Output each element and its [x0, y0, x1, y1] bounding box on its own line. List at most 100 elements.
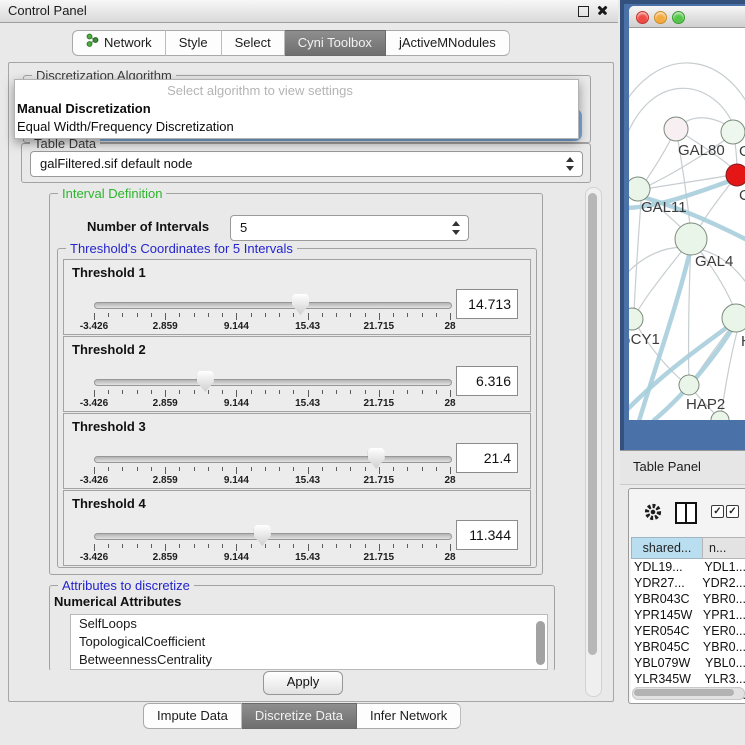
tick-mark — [151, 390, 152, 394]
attribute-list-item[interactable]: SelfLoops — [71, 615, 547, 633]
tick-mark — [293, 390, 294, 394]
slider-thumb[interactable] — [292, 294, 309, 315]
tick-mark — [165, 313, 166, 320]
tick-mark — [151, 467, 152, 471]
tab-style[interactable]: Style — [166, 30, 222, 56]
panel-scrollbar-thumb[interactable] — [588, 193, 597, 655]
table-data-combobox[interactable]: galFiltered.sif default node — [30, 151, 583, 177]
threshold-slider[interactable] — [94, 302, 452, 309]
tab-jactivemnodules[interactable]: jActiveMNodules — [386, 30, 510, 56]
threshold-value-field[interactable]: 6.316 — [456, 366, 518, 396]
tick-mark — [179, 313, 180, 317]
tab-select[interactable]: Select — [222, 30, 285, 56]
tick-mark — [122, 544, 123, 548]
table-row[interactable]: YDR27...YDR2... — [631, 575, 745, 591]
checkbox-icon[interactable]: ✓ — [726, 505, 739, 518]
network-node-label: H — [741, 333, 745, 350]
slider-ticks — [94, 544, 450, 552]
checkbox-icon[interactable]: ✓ — [711, 505, 724, 518]
threshold-value-field[interactable]: 14.713 — [456, 289, 518, 319]
tick-label: 2.859 — [153, 552, 178, 563]
table-row[interactable]: YER054CYER0... — [631, 623, 745, 639]
slider-thumb[interactable] — [197, 371, 214, 392]
table-row[interactable]: YDL19...YDL1... — [631, 559, 745, 575]
network-node[interactable] — [726, 164, 745, 186]
threshold-slider[interactable] — [94, 379, 452, 386]
algorithm-popup-item[interactable]: Manual Discretization — [17, 100, 580, 118]
tick-label: 28 — [444, 552, 455, 563]
tick-label: 15.43 — [295, 398, 320, 409]
threshold-value-field[interactable]: 21.4 — [456, 443, 518, 473]
threshold-label: Threshold 4 — [72, 496, 146, 511]
tick-mark — [279, 390, 280, 394]
tick-mark — [422, 313, 423, 317]
numerical-attributes-label: Numerical Attributes — [54, 594, 181, 609]
network-window-frame: GAL80GGAL11CGAL4GCY1HHAP2 — [620, 0, 745, 450]
tick-mark — [265, 467, 266, 471]
network-node[interactable] — [664, 117, 688, 141]
network-node[interactable] — [629, 308, 643, 330]
network-canvas[interactable]: GAL80GGAL11CGAL4GCY1HHAP2 — [629, 28, 745, 420]
slider-thumb[interactable] — [254, 525, 271, 546]
slider-thumb[interactable] — [368, 448, 385, 469]
list-scrollbar-thumb[interactable] — [536, 621, 545, 665]
tab-cyni-toolbox[interactable]: Cyni Toolbox — [285, 30, 386, 56]
table-hscrollbar[interactable] — [632, 687, 745, 700]
table-row[interactable]: YBR045CYBR0... — [631, 639, 745, 655]
network-node[interactable] — [721, 120, 745, 144]
attribute-list-item[interactable]: BetweennessCentrality — [71, 651, 547, 669]
network-node[interactable] — [675, 223, 707, 255]
traffic-light-minimize-icon[interactable] — [654, 11, 667, 24]
apply-button[interactable]: Apply — [263, 671, 343, 695]
traffic-light-close-icon[interactable] — [636, 11, 649, 24]
threshold-slider[interactable] — [94, 456, 452, 463]
tick-mark — [450, 544, 451, 551]
tab-infer-network[interactable]: Infer Network — [357, 703, 461, 729]
interval-definition-group: Interval Definition Number of Intervals … — [49, 193, 543, 575]
table-row[interactable]: YBR043CYBR0... — [631, 591, 745, 607]
control-panel-titlebar: Control Panel — [0, 0, 618, 23]
cell-shared-name: YBR045C — [631, 639, 698, 655]
tick-mark — [322, 467, 323, 471]
threshold-label: Threshold 2 — [72, 342, 146, 357]
gear-icon[interactable] — [643, 502, 663, 527]
column-header-name[interactable]: n... — [702, 537, 745, 559]
columns-icon[interactable] — [675, 502, 697, 524]
tab-impute-data[interactable]: Impute Data — [143, 703, 242, 729]
float-icon[interactable] — [578, 6, 589, 17]
tab-network[interactable]: Network — [72, 30, 166, 56]
network-graph[interactable]: GAL80GGAL11CGAL4GCY1HHAP2 — [629, 28, 745, 420]
tick-mark — [236, 544, 237, 551]
tick-mark — [208, 544, 209, 548]
threshold-slider[interactable] — [94, 533, 452, 540]
tick-label: 2.859 — [153, 321, 178, 332]
network-node-label: GCY1 — [629, 331, 660, 348]
threshold-value-field[interactable]: 11.344 — [456, 520, 518, 550]
tick-label: 28 — [444, 475, 455, 486]
number-of-intervals-combobox[interactable]: 5 — [230, 215, 469, 241]
tick-mark — [293, 544, 294, 548]
attribute-list-item[interactable]: TopologicalCoefficient — [71, 633, 547, 651]
table-hscrollbar-thumb[interactable] — [634, 689, 734, 696]
table-panel-toolbar: ✓ ✓ — [629, 489, 745, 535]
tab-discretize-data[interactable]: Discretize Data — [242, 703, 357, 729]
algorithm-popup-item[interactable]: Equal Width/Frequency Discretization — [17, 118, 580, 136]
table-row[interactable]: YPR145WYPR1... — [631, 607, 745, 623]
network-tab-icon — [86, 31, 99, 55]
tick-mark — [308, 313, 309, 320]
network-node[interactable] — [722, 304, 745, 332]
network-node-label: HAP2 — [686, 396, 725, 413]
tick-mark — [365, 544, 366, 548]
traffic-light-zoom-icon[interactable] — [672, 11, 685, 24]
numerical-attributes-list[interactable]: SelfLoopsTopologicalCoefficientBetweenne… — [70, 614, 548, 670]
tick-mark — [137, 544, 138, 548]
table-row[interactable]: YBL079WYBL0... — [631, 655, 745, 671]
panel-scrollbar[interactable] — [585, 187, 602, 697]
network-node[interactable] — [679, 375, 699, 395]
close-icon[interactable] — [596, 4, 609, 17]
table-row[interactable]: YLR345WYLR3... — [631, 671, 745, 687]
network-node[interactable] — [629, 177, 650, 201]
network-window-titlebar[interactable] — [629, 6, 745, 28]
tick-mark — [279, 544, 280, 548]
column-header-shared-name[interactable]: shared... — [631, 537, 703, 559]
